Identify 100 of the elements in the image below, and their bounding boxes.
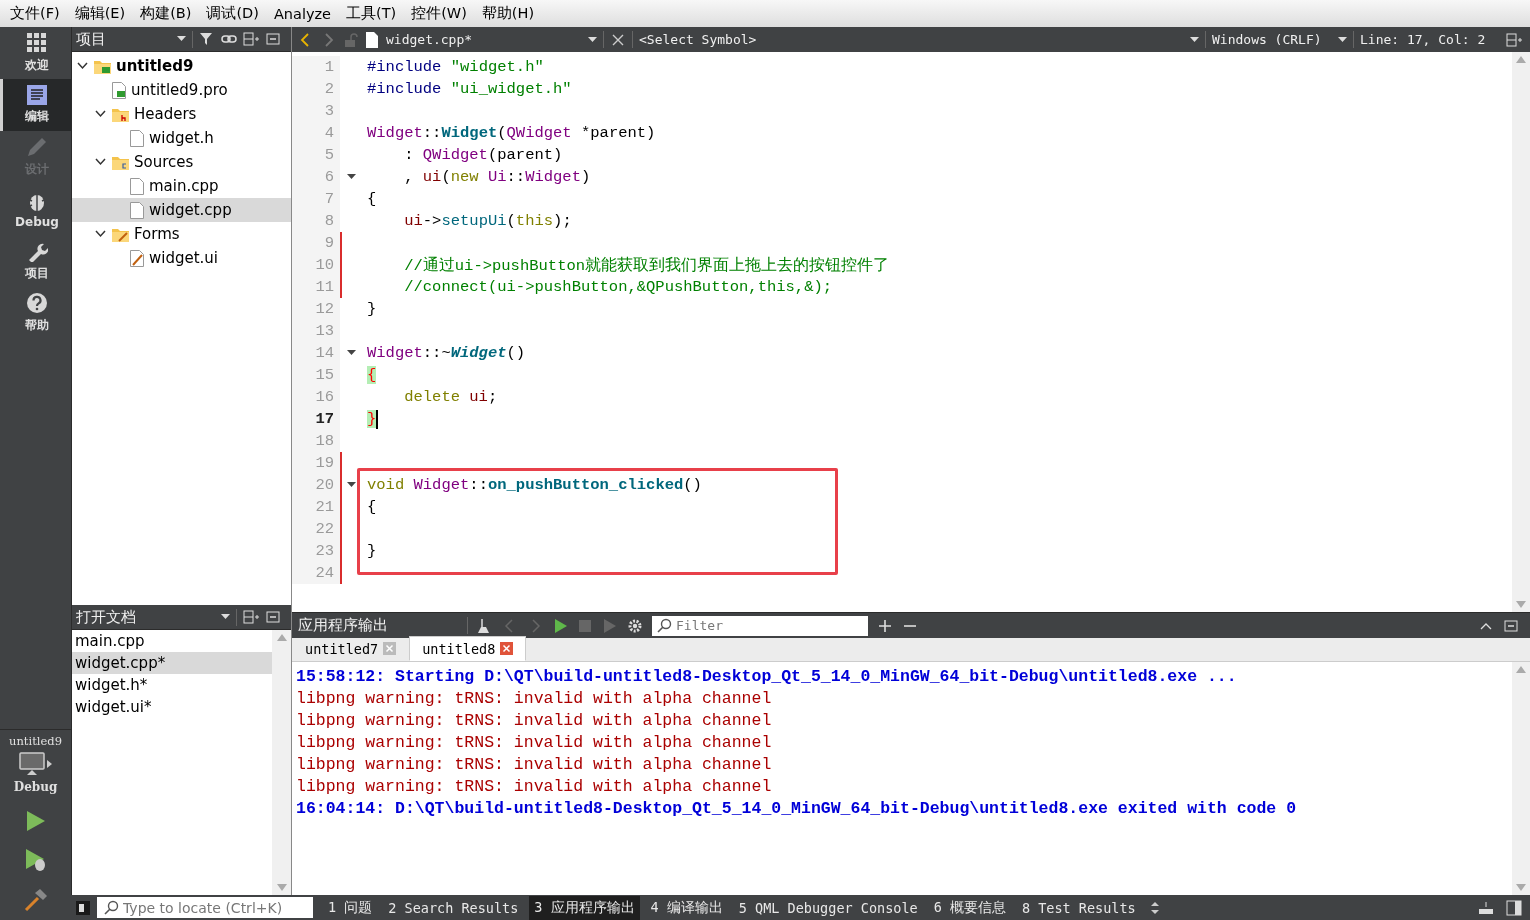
arrow-right-icon[interactable] — [47, 760, 52, 768]
form-folder-icon — [112, 226, 129, 242]
line-number: 9 — [292, 232, 340, 254]
chevron-down-icon[interactable] — [94, 110, 106, 118]
tree-item[interactable]: main.cpp — [72, 174, 291, 198]
code-line: #include "ui_widget.h" — [367, 80, 572, 98]
monitor-icon[interactable] — [19, 752, 45, 776]
menu-item[interactable]: 文件(F) — [4, 4, 66, 23]
line-number: 13 — [292, 320, 340, 342]
panel-title: 应用程序输出 — [298, 616, 389, 635]
mode-button[interactable]: 帮助 — [0, 287, 71, 339]
tree-item[interactable]: untitled9.pro — [72, 78, 291, 102]
code-line: delete ui; — [403, 388, 498, 406]
menu-item[interactable]: Analyze — [267, 5, 338, 22]
tree-item[interactable]: widget.cpp — [72, 198, 291, 222]
progress-icon[interactable] — [1478, 899, 1494, 916]
search-icon — [103, 899, 119, 916]
output-line: 15:58:12: Starting D:\QT\build-untitled8-Desktop_Qt_5_14_0_MinGW_64_bit-Debug\untitled8.exe ... — [296, 666, 1238, 688]
output-pane-button[interactable]: 4 编译输出 — [645, 895, 728, 920]
close-panel-icon[interactable] — [1503, 617, 1519, 634]
line-number: 18 — [292, 430, 340, 452]
project-name: untitled9 — [9, 734, 62, 748]
chevron-down-icon[interactable] — [94, 230, 106, 238]
split-icon[interactable] — [243, 609, 259, 625]
mode-button[interactable]: 欢迎 — [0, 27, 71, 79]
symbol-selector[interactable]: <Select Symbol> — [639, 32, 1184, 47]
dropdown-arrow-icon[interactable] — [1338, 36, 1347, 43]
mode-button[interactable]: Debug — [0, 183, 71, 235]
open-document[interactable]: widget.cpp* — [72, 652, 272, 674]
open-document[interactable]: widget.h* — [72, 674, 272, 696]
output-tab[interactable]: untitled7 — [292, 636, 410, 661]
filter-icon[interactable] — [199, 31, 215, 47]
file-icon[interactable] — [364, 31, 380, 48]
line-number: 2 — [292, 78, 340, 100]
grid-icon — [26, 32, 48, 54]
search-icon — [656, 617, 672, 634]
plus-icon[interactable] — [877, 617, 893, 634]
help-icon — [26, 292, 48, 314]
chevron-down-icon[interactable] — [94, 158, 106, 166]
file-selector[interactable]: widget.cpp* — [386, 32, 582, 47]
close-panel-icon[interactable] — [265, 31, 281, 47]
line-number: 5 — [292, 144, 340, 166]
output-tab[interactable]: untitled8 — [409, 636, 527, 661]
menu-item[interactable]: 帮助(H) — [475, 4, 541, 23]
tree-item[interactable]: widget.ui — [72, 246, 291, 270]
debug-run-icon[interactable] — [24, 848, 47, 872]
output-pane-button[interactable]: 5 QML Debugger Console — [733, 896, 923, 919]
code-line: void Widget::on_pushButton_clicked() — [367, 476, 702, 494]
tree-item[interactable]: Forms — [72, 222, 291, 246]
filter-box[interactable]: Filter — [652, 615, 868, 636]
code-line: //通过ui->pushButton就能获取到我们界面上拖上去的按钮控件了 — [403, 255, 890, 276]
run-icon[interactable] — [25, 810, 46, 832]
chevron-down-icon[interactable] — [76, 62, 88, 70]
output-line: libpng warning: tRNS: invalid with alpha channel — [296, 688, 773, 710]
tree-item[interactable]: untitled9 — [72, 54, 291, 78]
line-number: 16 — [292, 386, 340, 408]
output-pane-button[interactable]: 8 Test Results — [1016, 896, 1141, 919]
menu-item[interactable]: 控件(W) — [405, 4, 473, 23]
dropdown-arrow-icon[interactable] — [177, 36, 186, 42]
open-document[interactable]: main.cpp — [72, 630, 272, 652]
line-ending-selector[interactable]: Windows (CRLF) — [1212, 32, 1332, 47]
sidebar-toggle-icon[interactable] — [1506, 899, 1522, 916]
menu-item[interactable]: 调试(D) — [200, 4, 265, 23]
tree-item[interactable]: Headers — [72, 102, 291, 126]
output-pane-button[interactable]: 1 问题 — [323, 895, 378, 920]
line-number: 20 — [292, 474, 340, 496]
line-number: 11 — [292, 276, 340, 298]
close-icon[interactable] — [500, 642, 514, 655]
code-line: //connect(ui->pushButton,&QPushButton,this,&); — [403, 278, 833, 296]
document-icon — [27, 85, 47, 105]
close-panel-icon[interactable] — [265, 609, 281, 625]
text-cursor — [376, 409, 379, 429]
tree-item[interactable]: Sources — [72, 150, 291, 174]
split-icon[interactable] — [1506, 31, 1522, 48]
hammer-icon[interactable] — [23, 888, 48, 912]
settings-icon[interactable] — [627, 617, 643, 634]
output-pane-button[interactable]: 3 应用程序输出 — [529, 895, 640, 920]
locator-box[interactable]: Type to locate (Ctrl+K) — [97, 897, 313, 918]
mode-button[interactable]: 项目 — [0, 235, 71, 287]
output-pane-button[interactable]: 2 Search Results — [383, 896, 524, 919]
output-pane-button[interactable]: 6 概要信息 — [928, 895, 1011, 920]
mode-button[interactable]: 编辑 — [0, 79, 71, 131]
sidebar-toggle-icon[interactable] — [75, 899, 91, 916]
run-icon[interactable] — [552, 617, 568, 634]
fold-icon[interactable] — [346, 350, 356, 356]
dropdown-arrow-icon[interactable] — [1190, 36, 1199, 43]
menu-item[interactable]: 工具(T) — [340, 4, 403, 23]
menu-item[interactable]: 构建(B) — [134, 4, 198, 23]
code-line: { — [367, 190, 377, 208]
split-icon[interactable] — [243, 31, 259, 47]
output-line: libpng warning: tRNS: invalid with alpha channel — [296, 754, 773, 776]
dropdown-arrow-icon[interactable] — [588, 36, 597, 43]
line-number: 24 — [292, 562, 340, 584]
fold-icon[interactable] — [346, 482, 356, 488]
menu-item[interactable]: 编辑(E) — [68, 4, 132, 23]
open-document[interactable]: widget.ui* — [72, 696, 272, 718]
dropdown-arrow-icon[interactable] — [221, 614, 230, 620]
tree-item[interactable]: widget.h — [72, 126, 291, 150]
fold-icon[interactable] — [346, 174, 356, 180]
file-icon — [130, 129, 144, 147]
